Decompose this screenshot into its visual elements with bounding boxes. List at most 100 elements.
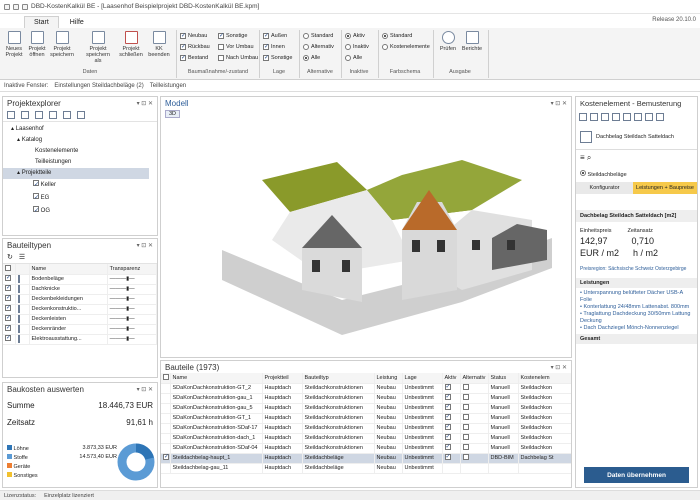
transparency-slider[interactable]: ———▮— (107, 274, 158, 285)
search-icon[interactable]: ⌕ (587, 153, 591, 162)
table-row[interactable]: SDaKonDachkonstruktion-GT_1 Hauptdach Stei… (161, 413, 571, 424)
table-row[interactable]: Dachknicke———▮— (3, 284, 158, 295)
alt-alternativ[interactable]: Alternativ (303, 44, 334, 50)
tab-leistungen-baupreise[interactable]: Leistungen + Baupreise (633, 182, 697, 194)
tool-icon[interactable] (656, 113, 664, 121)
tab-start[interactable]: Start (24, 16, 59, 28)
filter-neubau[interactable]: Neubau (180, 32, 207, 39)
filter-lage-sonstige[interactable]: Sonstige (263, 54, 292, 61)
delete-icon[interactable] (77, 111, 85, 119)
alt-alle[interactable]: Alle (303, 55, 320, 61)
leistung-item[interactable]: • Unterspannung belüfteter Dächer USB-A … (580, 290, 693, 304)
preisregion[interactable]: Preisregion: Sächsische Schweiz Osterzge… (576, 258, 697, 272)
transparency-slider[interactable]: ———▮— (107, 304, 158, 315)
transparency-slider[interactable]: ———▮— (107, 284, 158, 295)
tab-3d[interactable]: 3D (165, 110, 181, 118)
tab-hilfe[interactable]: Hilfe (61, 17, 93, 28)
tool-icon[interactable] (612, 113, 620, 121)
filter-bestand[interactable]: Bestand (180, 54, 208, 61)
open-project-button[interactable]: Projekt öffnen (25, 31, 49, 58)
quick-undo-icon[interactable] (22, 3, 28, 10)
quick-save-icon[interactable] (13, 3, 19, 10)
table-row[interactable]: Elektroausstattung...———▮— (3, 334, 158, 345)
filter-nach-umbau[interactable]: Nach Umbau (218, 55, 258, 61)
alt-standard[interactable]: Standard (303, 33, 333, 39)
inactive-window-link[interactable]: Einstellungen Steildachbeläge (2) (54, 83, 143, 89)
tree-item[interactable]: ▴ Laasenhof (3, 124, 157, 135)
tree-item[interactable]: OG (3, 205, 157, 218)
option-row[interactable]: Steildachbeläge (576, 166, 697, 182)
table-row-selected[interactable]: Steildachbelag-haupt_1HauptdachSteildach… (161, 453, 571, 464)
tool-icon[interactable] (623, 113, 631, 121)
tool-icon[interactable] (645, 113, 653, 121)
leistung-item[interactable]: • Traglattung Dachdeckung 30/50mm Lattun… (580, 311, 693, 325)
filter-innen[interactable]: Innen (263, 43, 285, 50)
transparency-slider[interactable]: ———▮— (107, 334, 158, 345)
inaktive-inaktiv[interactable]: Inaktiv (345, 44, 369, 50)
list-icon[interactable]: ☰ (19, 253, 25, 261)
pin-icon[interactable]: ▾ ⊡ ✕ (551, 100, 567, 107)
tree-item[interactable]: ▴ Projektteile (3, 168, 149, 179)
table-row[interactable]: Steildachbelag-gau_11 Hauptdach Steildachb… (161, 463, 571, 474)
settings-icon[interactable] (7, 111, 15, 119)
close-project-button[interactable]: Projekt schließen (117, 31, 145, 58)
daten-uebernehmen-button[interactable]: Daten übernehmen (584, 467, 689, 483)
save-project-button[interactable]: Projekt speichern (50, 31, 74, 58)
table-row[interactable]: Deckenkonstruktio...———▮— (3, 304, 158, 315)
transparency-slider[interactable]: ———▮— (107, 314, 158, 325)
table-row[interactable]: SDaKonDachkonstruktion-dach_1 Hauptdach St… (161, 433, 571, 444)
bauteile-panel: Bauteile (1973) ▾ ⊡ ✕ Name Projektteil Baut… (160, 360, 572, 488)
filter-sonstige[interactable]: Sonstige (218, 32, 247, 39)
menu-icon[interactable]: ≡ (580, 153, 585, 162)
table-row[interactable]: SDaKonDachkonstruktion-gau_5 Hauptdach Ste… (161, 403, 571, 414)
pruefen-button[interactable]: Prüfen (436, 31, 460, 52)
transparency-slider[interactable]: ———▮— (107, 324, 158, 335)
table-row[interactable]: SDaKonDachkonstruktion-GT_2 Hauptdach Stei… (161, 383, 571, 394)
filter-rueckbau[interactable]: Rückbau (180, 43, 210, 50)
export-icon[interactable] (35, 111, 43, 119)
table-row[interactable]: SDaKonDachkonstruktion-SDaf-04 Hauptdach S… (161, 443, 571, 454)
pin-icon[interactable]: ▾ ⊡ ✕ (551, 364, 567, 371)
tool-icon[interactable] (590, 113, 598, 121)
save-as-button[interactable]: Projekt speichern als (84, 31, 112, 64)
add-icon[interactable] (49, 111, 57, 119)
copy-icon[interactable] (63, 111, 71, 119)
inaktive-aktiv[interactable]: Aktiv (345, 33, 365, 39)
filter-vor-umbau[interactable]: Vor Umbau (218, 44, 254, 50)
pin-icon[interactable]: ▾ ⊡ ✕ (137, 242, 153, 249)
tree-item[interactable]: Teilleistungen (3, 157, 157, 168)
new-project-button[interactable]: Neues Projekt (2, 31, 26, 58)
checkbox-icon[interactable] (33, 179, 39, 192)
leistung-item[interactable]: • Dach Dachziegel Mönch-Nonnenziegel (580, 325, 693, 332)
pin-icon[interactable]: ▾ ⊡ ✕ (137, 100, 153, 107)
inactive-window-link[interactable]: Teilleistungen (150, 83, 186, 89)
checkbox-icon[interactable] (33, 205, 39, 218)
grid-icon[interactable] (579, 113, 587, 121)
filter-aussen[interactable]: Außen (263, 32, 287, 39)
table-row[interactable]: Deckenbekleidungen———▮— (3, 294, 158, 305)
tree-item[interactable]: Kostenelemente (3, 146, 157, 157)
import-icon[interactable] (21, 111, 29, 119)
transparency-slider[interactable]: ———▮— (107, 294, 158, 305)
farbschema-kostenelemente[interactable]: Kostenelemente (382, 44, 430, 50)
table-row[interactable]: SDaKonDachkonstruktion-gau_1 Hauptdach Ste… (161, 393, 571, 404)
tree-item[interactable]: EG (3, 192, 157, 205)
refresh-icon[interactable]: ↻ (7, 253, 13, 261)
tool-icon[interactable] (601, 113, 609, 121)
inaktive-alle[interactable]: Alle (345, 55, 362, 61)
table-row[interactable]: Bodenbeläge———▮— (3, 274, 158, 285)
berichte-button[interactable]: Berichte (460, 31, 484, 52)
checkbox-icon[interactable] (33, 192, 39, 205)
tool-icon[interactable] (634, 113, 642, 121)
tab-konfigurator[interactable]: Konfigurator (576, 182, 634, 194)
table-row[interactable]: SDaKonDachkonstruktion-SDaf-17 Hauptdach S… (161, 423, 571, 434)
3d-model-view[interactable] (162, 120, 570, 356)
pin-icon[interactable]: ▾ ⊡ ✕ (137, 386, 153, 393)
table-row[interactable]: Deckenränder———▮— (3, 324, 158, 335)
leistung-item[interactable]: • Konterlattung 24/48mm Lattenabst. 800m… (580, 304, 693, 311)
tree-item[interactable]: Keller (3, 179, 157, 192)
exit-button[interactable]: KK beenden (147, 31, 171, 58)
tree-item[interactable]: ▴ Katalog (3, 135, 157, 146)
farbschema-standard[interactable]: Standard (382, 33, 412, 39)
table-row[interactable]: Deckenleisten———▮— (3, 314, 158, 325)
